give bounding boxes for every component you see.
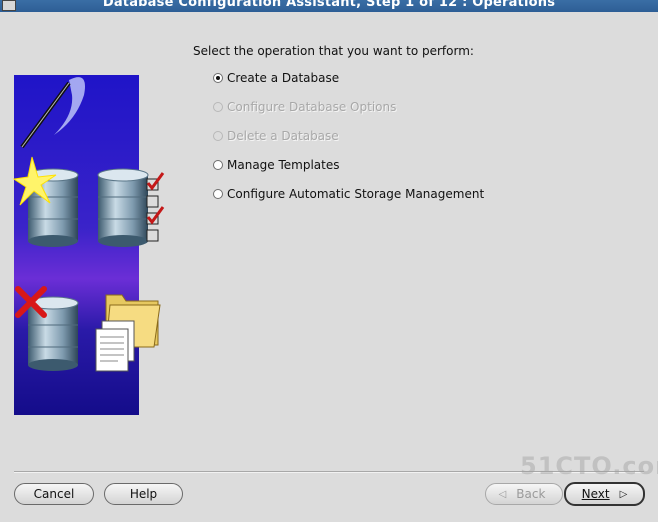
operations-illustration: [12, 75, 165, 415]
back-button-label: Back: [516, 487, 546, 501]
cancel-button-label: Cancel: [33, 487, 75, 501]
watermark-logo: 51CTO.com: [520, 452, 658, 480]
templates-folder-icon: [95, 294, 161, 372]
option-label: Create a Database: [227, 71, 340, 85]
next-button-label: Next: [581, 487, 610, 501]
option-manage-templates[interactable]: Manage Templates: [213, 157, 340, 173]
help-button[interactable]: Help: [104, 483, 183, 505]
database-configure-icon: [97, 168, 149, 247]
radio-configure-asm[interactable]: [213, 189, 223, 199]
cancel-button[interactable]: Cancel: [14, 483, 94, 505]
operation-prompt: Select the operation that you want to pe…: [193, 44, 474, 58]
option-label: Delete a Database: [227, 129, 339, 143]
option-label: Manage Templates: [227, 158, 340, 172]
back-button[interactable]: ◁ Back: [485, 483, 563, 505]
radio-delete-database: [213, 131, 223, 141]
radio-configure-database-options: [213, 102, 223, 112]
title-bar: Database Configuration Assistant, Step 1…: [0, 0, 658, 12]
option-delete-database: Delete a Database: [213, 128, 339, 144]
radio-create-database[interactable]: [213, 73, 223, 83]
option-label: Configure Automatic Storage Management: [227, 187, 485, 201]
help-button-label: Help: [129, 487, 158, 501]
radio-manage-templates[interactable]: [213, 160, 223, 170]
next-button[interactable]: Next ▷: [564, 482, 645, 506]
option-label: Configure Database Options: [227, 100, 397, 114]
option-configure-database-options: Configure Database Options: [213, 99, 396, 115]
chevron-left-icon: ◁: [498, 488, 507, 500]
window-title: Database Configuration Assistant, Step 1…: [102, 0, 556, 10]
chevron-right-icon: ▷: [619, 488, 628, 500]
checklist-icon: [146, 172, 165, 242]
option-create-database[interactable]: Create a Database: [213, 70, 339, 86]
option-configure-asm[interactable]: Configure Automatic Storage Management: [213, 186, 484, 202]
